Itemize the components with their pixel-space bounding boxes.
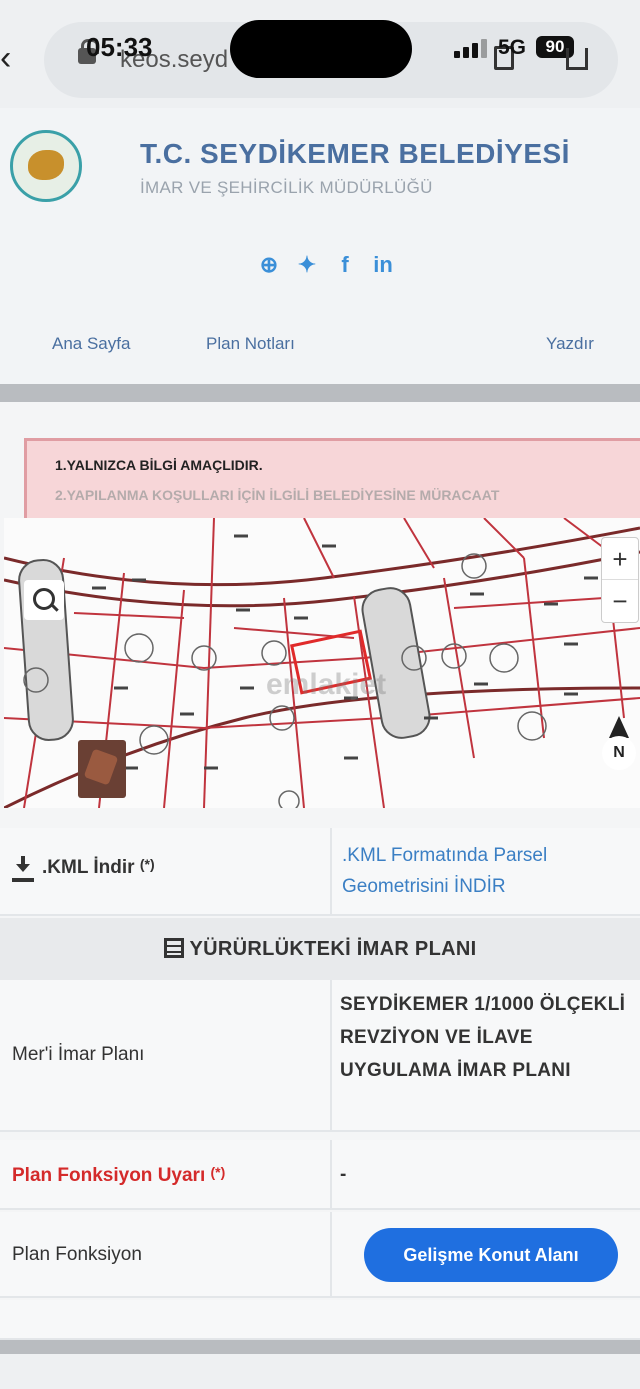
plan-function-warning-label: Plan Fonksiyon Uyarı (*)	[12, 1164, 226, 1186]
browser-toolbar: ‹ keos.seyd 05:33 5G 90	[0, 0, 640, 108]
social-links: ⊕ ✦ f in	[258, 250, 394, 280]
map-watermark: emlakjet	[266, 668, 387, 701]
map-zoom-control: + −	[601, 537, 639, 623]
plan-value: SEYDİKEMER 1/1000 ÖLÇEKLİ REVZİYON VE İL…	[340, 994, 626, 1081]
table-row: Plan Fonksiyon Uyarı (*) -	[0, 1140, 640, 1210]
back-icon[interactable]: ‹	[0, 38, 26, 78]
nav-home-link[interactable]: Ana Sayfa	[52, 334, 130, 354]
linkedin-icon[interactable]: in	[372, 252, 394, 278]
facebook-icon[interactable]: f	[334, 252, 356, 278]
warning-area: 1.YALNIZCA BİLGİ AMAÇLIDIR. 2.YAPILANMA …	[0, 402, 640, 520]
browser-frame: ‹ keos.seyd 05:33 5G 90 T.C. SEYDİKEMER …	[0, 0, 640, 1389]
kml-download-link[interactable]: .KML Formatında Parsel Geometrisini İNDİ…	[342, 840, 634, 902]
plan-function-warning-value: -	[340, 1164, 347, 1185]
north-label: N	[602, 736, 636, 770]
municipality-logo[interactable]	[10, 130, 82, 202]
status-time: 05:33	[86, 32, 153, 62]
network-label: 5G	[498, 36, 527, 59]
divider	[0, 384, 640, 402]
site-header: T.C. SEYDİKEMER BELEDİYESİ İMAR VE ŞEHİR…	[0, 108, 640, 388]
org-title: T.C. SEYDİKEMER BELEDİYESİ	[140, 138, 570, 169]
signal-icon	[454, 38, 488, 58]
table-row	[0, 1300, 640, 1340]
share-icon[interactable]	[566, 48, 588, 70]
plan-function-label: Plan Fonksiyon	[12, 1244, 142, 1265]
plan-function-badge[interactable]: Gelişme Konut Alanı	[364, 1228, 618, 1282]
compass-icon[interactable]: N	[602, 716, 636, 770]
browser-bottom-bar	[0, 1354, 640, 1389]
table-row: Mer'i İmar Planı SEYDİKEMER 1/1000 ÖLÇEK…	[0, 980, 640, 1132]
section-title: YÜRÜRLÜKTEKİ İMAR PLANI	[189, 938, 477, 960]
warning-box: 1.YALNIZCA BİLGİ AMAÇLIDIR. 2.YAPILANMA …	[24, 438, 640, 520]
bottom-divider	[0, 1340, 640, 1354]
zoom-out-button[interactable]: −	[602, 580, 638, 622]
nav-plan-notes-link[interactable]: Plan Notları	[206, 334, 295, 354]
twitter-icon[interactable]: ✦	[296, 252, 318, 278]
kml-row: .KML İndir (*) .KML Formatında Parsel Ge…	[0, 828, 640, 916]
zoom-in-button[interactable]: +	[602, 538, 638, 580]
layer-switcher-thumbnail[interactable]	[78, 740, 126, 798]
plan-label: Mer'i İmar Planı	[12, 1044, 145, 1065]
table-icon	[163, 938, 184, 958]
nav-print-link[interactable]: Yazdır	[546, 334, 594, 354]
kml-download-label: .KML İndir (*)	[42, 856, 155, 878]
map-search-icon[interactable]	[24, 580, 64, 620]
dynamic-island	[230, 20, 412, 78]
section-header: YÜRÜRLÜKTEKİ İMAR PLANI	[0, 918, 640, 980]
warning-line-2: 2.YAPILANMA KOŞULLARI İÇİN İLGİLİ BELEDİ…	[55, 487, 500, 503]
warning-line-1: 1.YALNIZCA BİLGİ AMAÇLIDIR.	[55, 457, 263, 473]
download-icon	[12, 856, 34, 878]
org-subtitle: İMAR VE ŞEHİRCİLİK MÜDÜRLÜĞÜ	[140, 178, 433, 197]
globe-icon[interactable]: ⊕	[258, 252, 280, 278]
